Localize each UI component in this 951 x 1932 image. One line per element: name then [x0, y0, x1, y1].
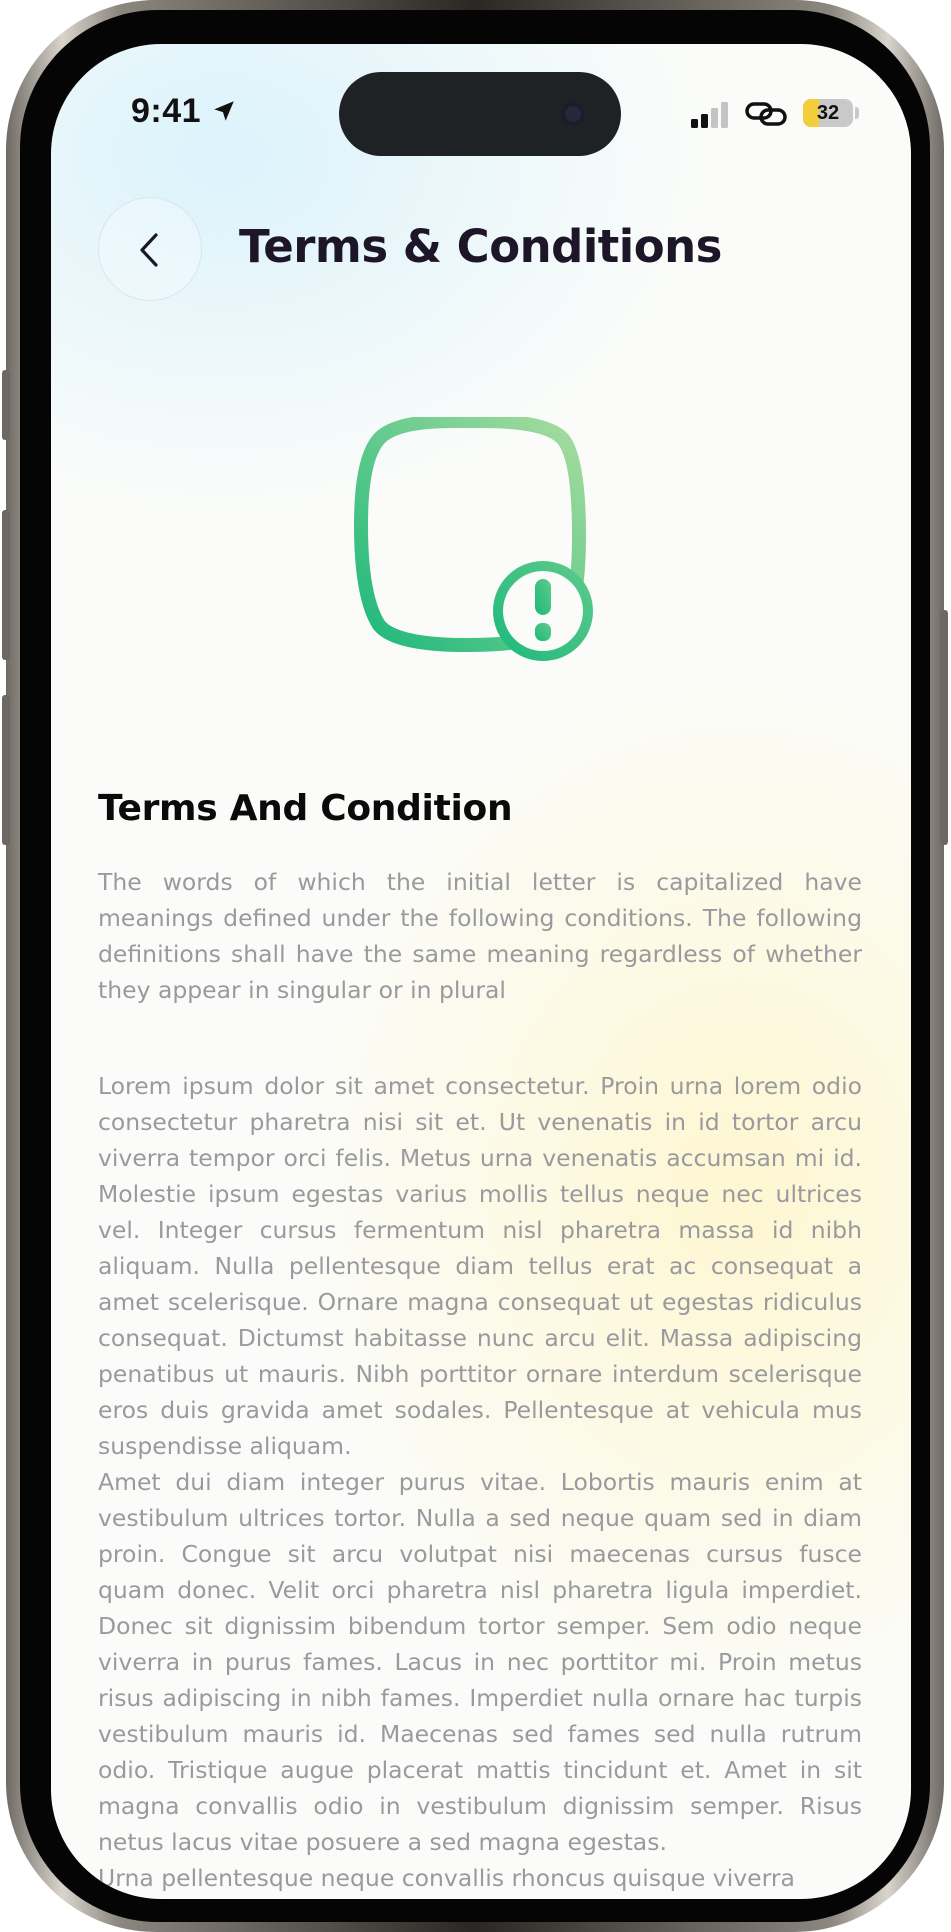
- action-button: [2, 370, 10, 440]
- power-button: [940, 610, 948, 845]
- dynamic-island: [339, 72, 621, 156]
- location-arrow-icon: [214, 101, 234, 121]
- phone-frame: 9:41 32 Terms & Conditions Terms And Con…: [2, 0, 948, 1932]
- front-camera: [561, 102, 585, 126]
- intro-paragraph: The words of which the initial letter is…: [98, 868, 862, 1004]
- document-alert-icon: [354, 417, 593, 661]
- battery-icon: 32: [803, 99, 853, 127]
- app-screen: 9:41 32 Terms & Conditions Terms And Con…: [51, 44, 911, 1899]
- status-time: 9:41: [131, 92, 202, 130]
- page-title: Terms & Conditions: [239, 220, 722, 273]
- back-button[interactable]: [98, 197, 202, 301]
- link-icon: [745, 102, 787, 126]
- chevron-left-icon: [140, 233, 158, 267]
- body-paragraph: Lorem ipsum dolor sit amet consectetur. …: [98, 1072, 862, 1460]
- volume-up-button: [2, 510, 10, 660]
- volume-down-button: [2, 695, 10, 845]
- battery-nub: [855, 107, 859, 119]
- section-heading: Terms And Condition: [98, 788, 513, 829]
- body-paragraph: Amet dui diam integer purus vitae. Lobor…: [98, 1468, 862, 1856]
- signal-icon: [691, 102, 728, 128]
- battery-level: 32: [816, 102, 840, 124]
- body-paragraph: Urna pellentesque neque convallis rhoncu…: [98, 1864, 795, 1892]
